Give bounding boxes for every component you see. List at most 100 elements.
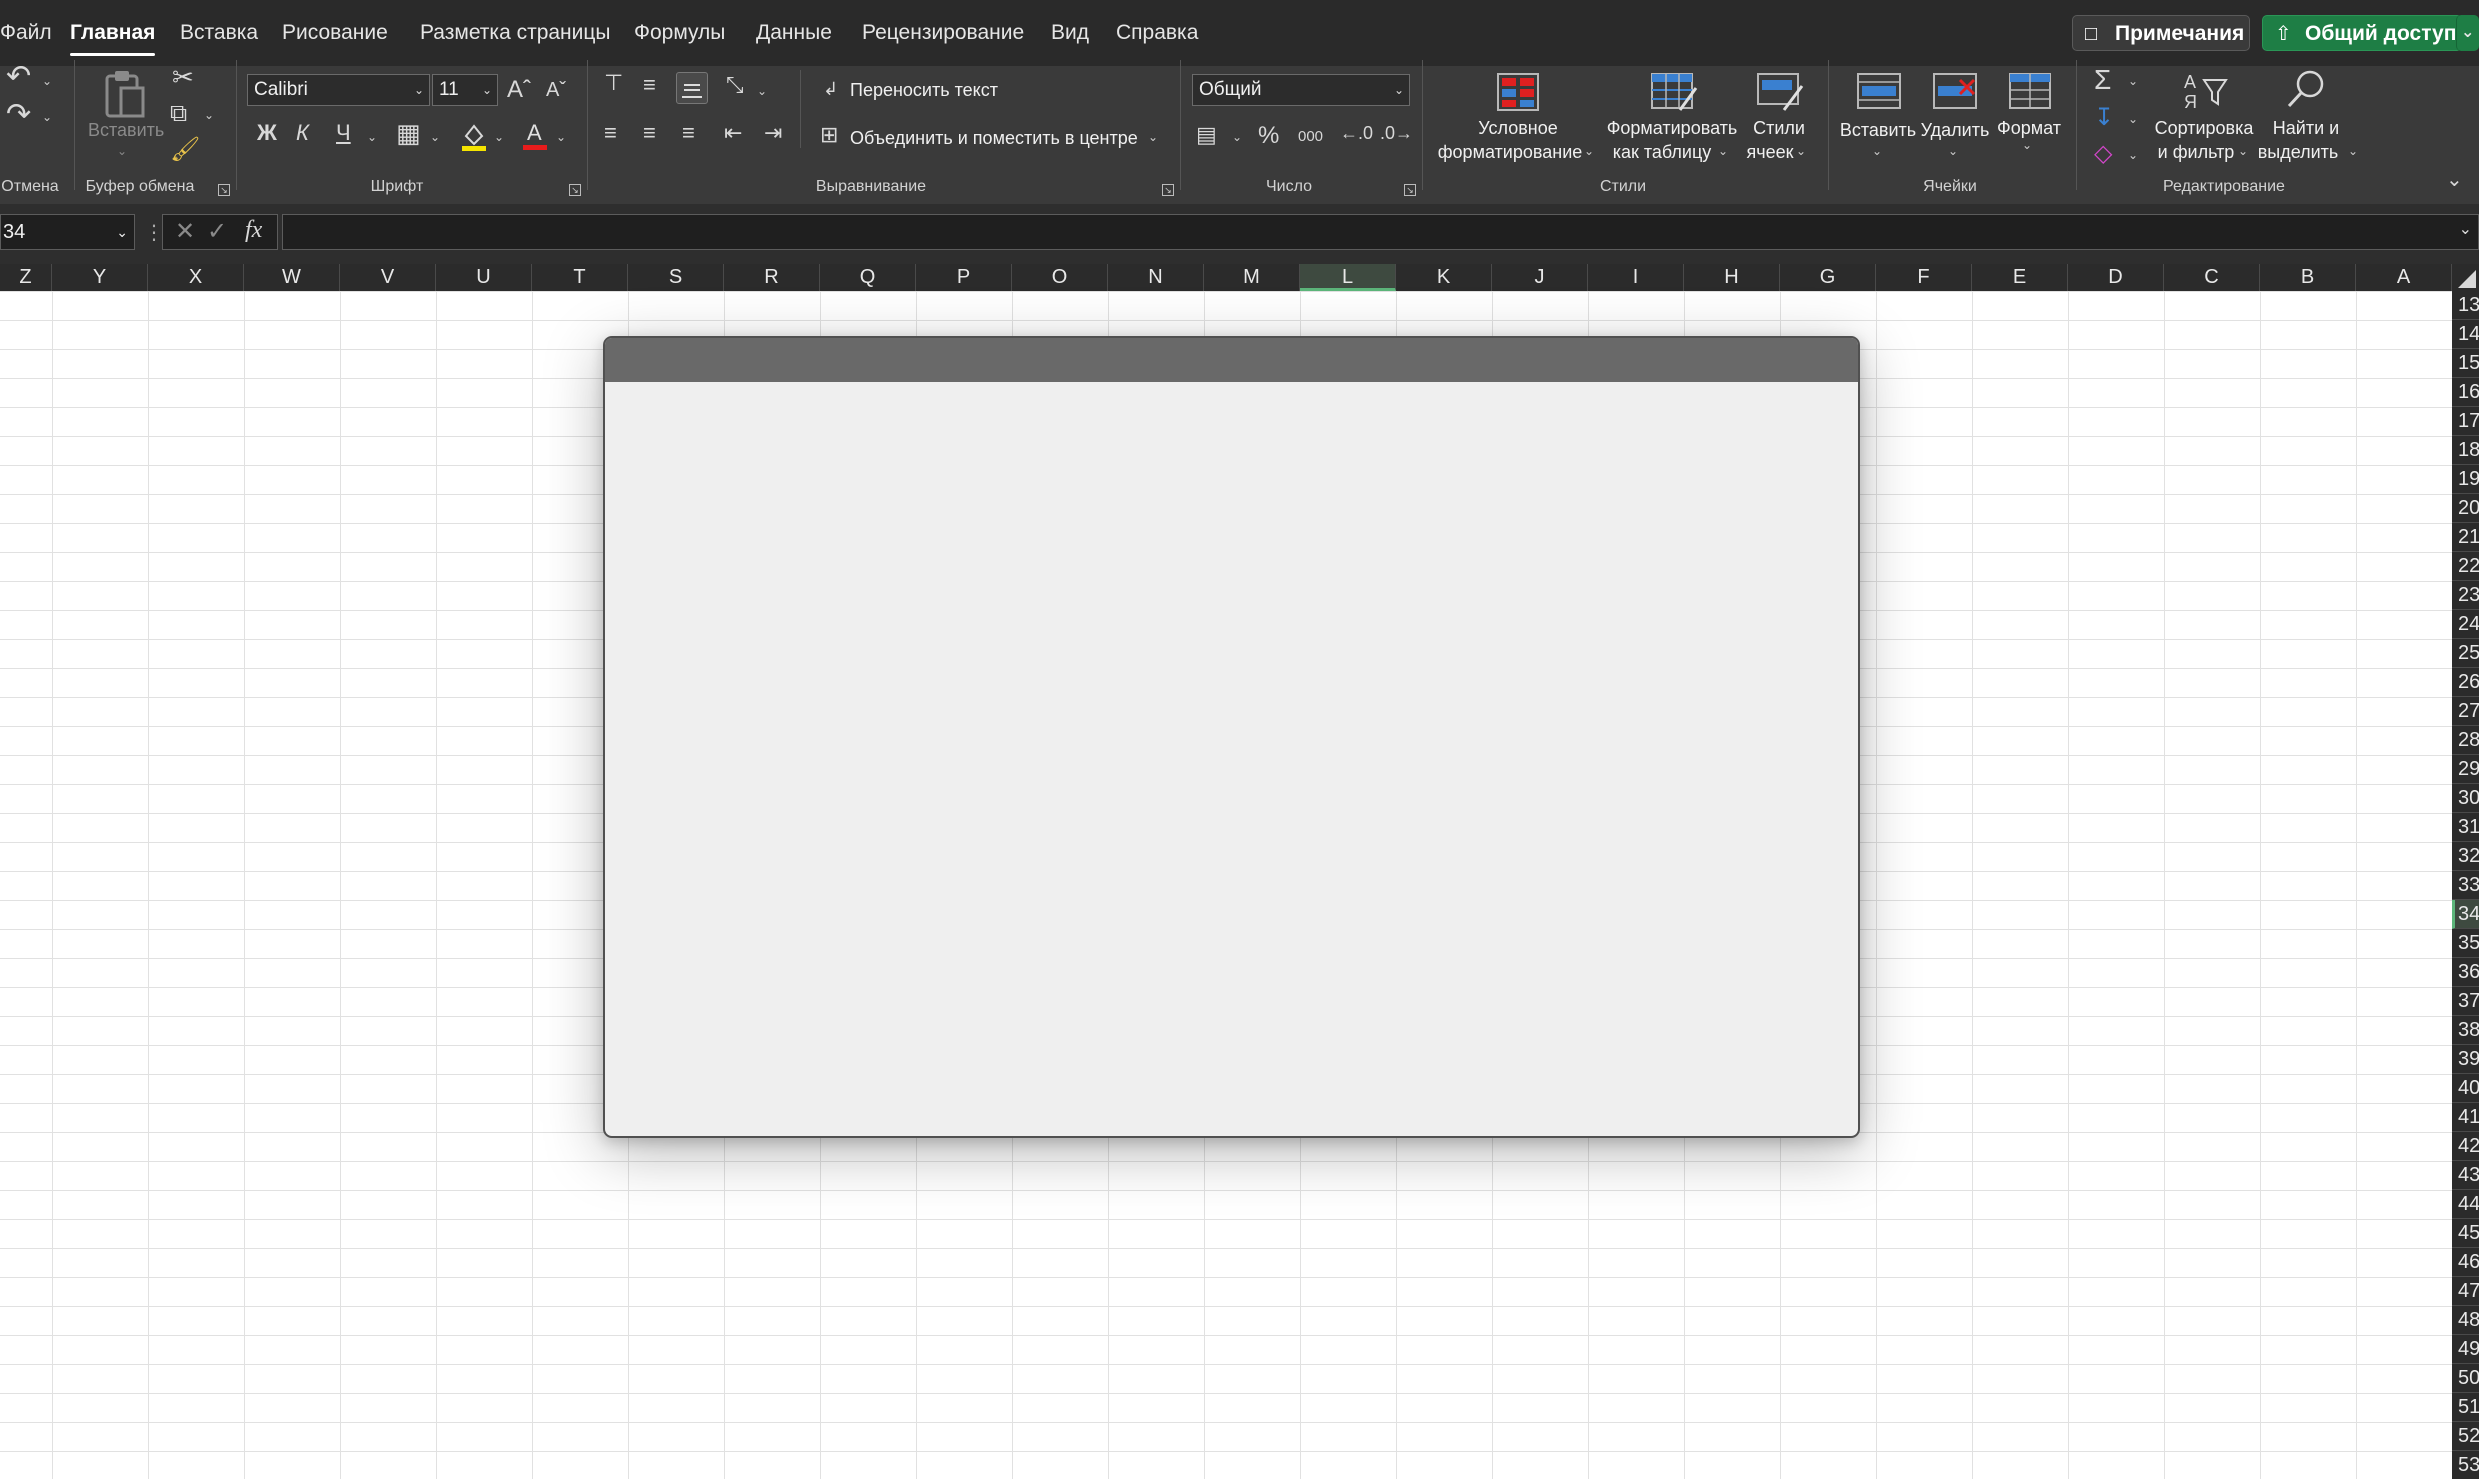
fill-color-icon[interactable]: [460, 122, 488, 157]
format-as-table-label-1[interactable]: Форматировать: [1607, 116, 1738, 140]
share-button[interactable]: ⇧ Общий доступ: [2262, 15, 2462, 51]
row-header-20[interactable]: 20: [2452, 494, 2479, 523]
collapse-ribbon-icon[interactable]: ⌄: [2446, 170, 2463, 190]
row-header-16[interactable]: 16: [2452, 378, 2479, 407]
copy-icon[interactable]: ⧉: [170, 102, 187, 126]
row-header-42[interactable]: 42: [2452, 1132, 2479, 1161]
thousands-separator-button[interactable]: 000: [1298, 128, 1323, 145]
tab-insert[interactable]: Вставка: [180, 0, 258, 66]
format-cells-label[interactable]: Формат: [1997, 116, 2061, 140]
format-painter-icon[interactable]: 🖌: [170, 138, 200, 162]
redo-dropdown-icon[interactable]: ⌄: [42, 110, 52, 124]
expand-formula-icon[interactable]: ⌄: [2459, 219, 2472, 239]
column-header-f[interactable]: F: [1876, 264, 1972, 291]
row-header-28[interactable]: 28: [2452, 726, 2479, 755]
insert-cells-icon[interactable]: [1856, 70, 1902, 117]
paste-dropdown-icon[interactable]: ⌄: [117, 144, 127, 158]
italic-button[interactable]: К: [296, 122, 309, 144]
row-header-17[interactable]: 17: [2452, 407, 2479, 436]
dialog-title-bar[interactable]: [605, 338, 1858, 382]
column-header-d[interactable]: D: [2068, 264, 2164, 291]
find-select-label-2[interactable]: выделить: [2258, 140, 2339, 164]
align-bottom-icon[interactable]: [676, 72, 708, 104]
clear-dropdown-icon[interactable]: ⌄: [2128, 148, 2138, 162]
chevron-down-icon[interactable]: ⌄: [2238, 144, 2248, 158]
copy-dropdown-icon[interactable]: ⌄: [204, 108, 214, 122]
column-header-k[interactable]: K: [1396, 264, 1492, 291]
chevron-down-icon[interactable]: ⌄: [1872, 144, 1882, 158]
column-header-g[interactable]: G: [1780, 264, 1876, 291]
chevron-down-icon[interactable]: ⌄: [2348, 144, 2358, 158]
align-center-icon[interactable]: ≡: [643, 122, 656, 144]
increase-decimal-icon[interactable]: ←.0: [1340, 124, 1373, 142]
chevron-down-icon[interactable]: ⌄: [1584, 144, 1594, 158]
tab-formulas[interactable]: Формулы: [634, 0, 725, 66]
column-header-n[interactable]: N: [1108, 264, 1204, 291]
row-header-26[interactable]: 26: [2452, 668, 2479, 697]
row-header-49[interactable]: 49: [2452, 1335, 2479, 1364]
confirm-icon[interactable]: ✓: [207, 217, 227, 246]
wrap-text-icon[interactable]: ↲: [823, 80, 838, 98]
merge-center-icon[interactable]: ⊞: [820, 124, 838, 146]
row-header-33[interactable]: 33: [2452, 871, 2479, 900]
tab-file[interactable]: Файл: [0, 0, 52, 66]
row-header-25[interactable]: 25: [2452, 639, 2479, 668]
row-header-21[interactable]: 21: [2452, 523, 2479, 552]
row-header-23[interactable]: 23: [2452, 581, 2479, 610]
undo-icon[interactable]: ↶: [6, 62, 31, 92]
align-top-icon[interactable]: ⊤: [604, 72, 623, 94]
tab-draw[interactable]: Рисование: [282, 0, 388, 66]
font-color-icon[interactable]: A: [521, 120, 549, 157]
accounting-dropdown-icon[interactable]: ⌄: [1232, 130, 1242, 144]
row-header-18[interactable]: 18: [2452, 436, 2479, 465]
redo-icon[interactable]: ↷: [6, 100, 31, 130]
column-header-o[interactable]: O: [1012, 264, 1108, 291]
row-header-24[interactable]: 24: [2452, 610, 2479, 639]
row-header-29[interactable]: 29: [2452, 755, 2479, 784]
conditional-formatting-label-1[interactable]: Условное: [1478, 116, 1557, 140]
row-header-52[interactable]: 52: [2452, 1422, 2479, 1451]
row-header-34[interactable]: 34: [2452, 900, 2479, 929]
alignment-launcher-icon[interactable]: ↘: [1162, 184, 1174, 196]
row-header-40[interactable]: 40: [2452, 1074, 2479, 1103]
autosum-icon[interactable]: Σ: [2094, 66, 2111, 94]
column-header-e[interactable]: E: [1972, 264, 2068, 291]
column-header-m[interactable]: M: [1204, 264, 1300, 291]
font-launcher-icon[interactable]: ↘: [569, 184, 581, 196]
column-header-z[interactable]: Z: [0, 264, 52, 291]
column-header-s[interactable]: S: [628, 264, 724, 291]
row-header-36[interactable]: 36: [2452, 958, 2479, 987]
row-header-45[interactable]: 45: [2452, 1219, 2479, 1248]
cell-styles-label-2[interactable]: ячеек: [1746, 140, 1793, 164]
row-header-47[interactable]: 47: [2452, 1277, 2479, 1306]
sort-filter-label-1[interactable]: Сортировка: [2155, 116, 2254, 140]
decrease-decimal-icon[interactable]: .0→: [1380, 124, 1413, 142]
number-format-select[interactable]: Общий ⌄: [1192, 74, 1410, 106]
row-header-30[interactable]: 30: [2452, 784, 2479, 813]
formula-input[interactable]: ⌄: [282, 214, 2479, 250]
format-cells-icon[interactable]: [2008, 70, 2052, 117]
row-header-43[interactable]: 43: [2452, 1161, 2479, 1190]
cell-styles-label-1[interactable]: Стили: [1753, 116, 1805, 140]
column-header-h[interactable]: H: [1684, 264, 1780, 291]
align-middle-icon[interactable]: ≡: [643, 74, 656, 96]
row-header-22[interactable]: 22: [2452, 552, 2479, 581]
font-size-select[interactable]: 11 ⌄: [432, 74, 498, 106]
row-header-35[interactable]: 35: [2452, 929, 2479, 958]
accounting-format-icon[interactable]: ▤: [1196, 124, 1217, 146]
row-header-37[interactable]: 37: [2452, 987, 2479, 1016]
tab-home[interactable]: Главная: [70, 0, 156, 66]
column-header-c[interactable]: C: [2164, 264, 2260, 291]
format-as-table-label-2[interactable]: как таблицу: [1613, 140, 1712, 164]
tab-data[interactable]: Данные: [756, 0, 832, 66]
column-header-j[interactable]: J: [1492, 264, 1588, 291]
row-header-15[interactable]: 15: [2452, 349, 2479, 378]
align-left-icon[interactable]: ≡: [604, 122, 617, 144]
conditional-formatting-label-2[interactable]: форматирование: [1438, 140, 1583, 164]
row-header-38[interactable]: 38: [2452, 1016, 2479, 1045]
chevron-down-icon[interactable]: ⌄: [1796, 144, 1806, 158]
name-box[interactable]: 34 ⌄: [0, 214, 135, 250]
borders-dropdown-icon[interactable]: ⌄: [430, 130, 440, 144]
row-header-19[interactable]: 19: [2452, 465, 2479, 494]
column-header-l[interactable]: L: [1300, 264, 1396, 291]
